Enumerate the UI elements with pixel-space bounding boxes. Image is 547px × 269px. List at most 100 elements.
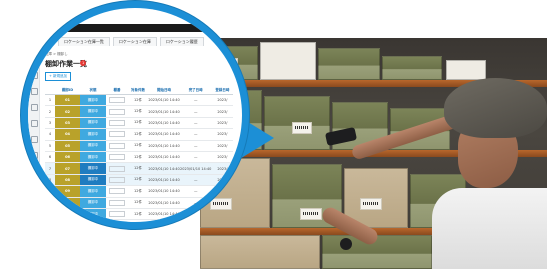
table-row[interactable]: 5 05 棚卸中 12件 2023/01/10 14:40—2023/ <box>45 140 234 152</box>
row-registered: 2023/ <box>211 208 234 221</box>
row-end: — <box>180 140 212 152</box>
row-shelf <box>106 105 128 118</box>
column-header-registered[interactable]: 登録日時 <box>211 86 234 95</box>
table-row[interactable]: 10 10 棚卸中 12件 2023/01/10 14:40—2023/ <box>45 197 234 209</box>
tab-location-stock[interactable]: ロケーション在庫 <box>112 37 157 46</box>
row-status: 棚卸中 <box>80 162 106 175</box>
sidebar-nav-icon[interactable] <box>31 120 38 127</box>
row-id: 03 <box>55 117 80 130</box>
row-end: 2023/01/10 14:40 <box>180 162 212 175</box>
table-row[interactable]: 11 11 棚卸中 12件 2023/01/10 14:40—2023/ <box>45 208 234 221</box>
table-row[interactable]: 8 08 棚卸中 12件 2023/01/10 14:40—2023/ <box>45 174 234 187</box>
row-end: — <box>180 197 212 209</box>
table-row[interactable]: 4 04 棚卸中 12件 2023/01/10 14:40—2023/ <box>45 128 234 141</box>
row-shelf <box>106 162 128 175</box>
column-header-shelf[interactable]: 棚番 <box>106 86 128 95</box>
table-row[interactable]: 2 02 棚卸中 12件 2023/01/10 14:40—2023/ <box>45 105 234 118</box>
row-status: 棚卸中 <box>80 94 106 107</box>
shelf-input[interactable] <box>109 165 125 172</box>
row-start: 2023/01/10 14:40 <box>148 94 180 107</box>
row-start: 2023/01/10 14:40 <box>148 162 180 175</box>
shelf-input[interactable] <box>109 188 125 195</box>
row-shelf <box>106 208 128 221</box>
row-status: 棚卸中 <box>80 185 106 198</box>
shelf-input[interactable] <box>109 154 125 161</box>
shelf-input[interactable] <box>109 97 125 104</box>
table-row[interactable]: 7 07 棚卸中 12件 2023/01/10 14:40 2023/01/10 14:4… <box>45 162 234 175</box>
breadcrumb[interactable]: 在庫 > 棚卸し <box>45 52 68 57</box>
arrow-pointer-icon <box>238 116 274 160</box>
row-status: 棚卸中 <box>80 105 106 118</box>
sidebar-nav-icon[interactable] <box>31 72 38 79</box>
table-row[interactable]: 9 09 棚卸中 12件 2023/01/10 14:40—2023/ <box>45 185 234 198</box>
row-registered: 2023/ <box>211 185 234 198</box>
row-count: 12件 <box>128 162 148 175</box>
row-shelf <box>106 117 128 130</box>
row-registered: 2023/ <box>211 140 234 152</box>
sidebar-nav-icon[interactable] <box>31 104 38 111</box>
column-header-end[interactable]: 完了日時 <box>180 86 212 95</box>
row-id: 01 <box>55 94 80 107</box>
shelf-input[interactable] <box>109 131 125 138</box>
row-id: 05 <box>55 140 80 152</box>
worker-shirt <box>432 188 547 269</box>
row-count: 12件 <box>128 105 148 118</box>
row-index: 2 <box>45 105 55 118</box>
row-count: 12件 <box>128 151 148 164</box>
row-shelf <box>106 140 128 152</box>
row-count: 12件 <box>128 174 148 187</box>
inventory-app-window: ロケーション在庫一覧 ロケーション在庫 ロケーション履歴 在庫 > 棚卸し 棚卸… <box>28 8 242 222</box>
row-start: 2023/01/10 14:40 <box>148 185 180 198</box>
table-row[interactable]: 3 03 棚卸中 12件 2023/01/10 14:40—2023/ <box>45 117 234 130</box>
table-row[interactable]: 1212棚卸中12件2023/01/10 14:40—2023/ <box>45 219 234 222</box>
row-start: 2023/01/10 14:40 <box>148 105 180 118</box>
sidebar-nav-icon[interactable] <box>31 136 38 143</box>
row-start: 2023/01/10 14:40 <box>148 219 180 222</box>
row-status: 棚卸中 <box>80 151 106 164</box>
row-registered: 2023/ <box>211 94 234 107</box>
row-count: 12件 <box>128 140 148 152</box>
row-start: 2023/01/10 14:40 <box>148 151 180 164</box>
barcode-label <box>300 208 322 220</box>
add-new-button[interactable]: + 新規追加 <box>45 72 72 81</box>
column-header-start[interactable]: 開始日時 <box>148 86 180 95</box>
row-shelf <box>106 174 128 187</box>
barcode-label <box>360 198 382 210</box>
column-header-status[interactable]: 状態 <box>80 86 106 95</box>
sidebar-nav-icon[interactable] <box>31 152 38 159</box>
row-start: 2023/01/10 14:40 <box>148 128 180 141</box>
sidebar-nav-icon[interactable] <box>31 168 38 175</box>
worker-hat <box>444 78 547 138</box>
sidebar-nav-icon[interactable] <box>31 88 38 95</box>
column-header-id[interactable]: 棚卸ID <box>55 86 80 95</box>
shoe-box <box>446 60 486 80</box>
table-header-row: 棚卸ID 状態 棚番 対象件数 開始日時 完了日時 登録日時 <box>45 86 234 95</box>
tab-location-history[interactable]: ロケーション履歴 <box>159 37 204 46</box>
shelf-input[interactable] <box>109 199 125 206</box>
column-header-count[interactable]: 対象件数 <box>128 86 148 95</box>
shelf-input[interactable] <box>109 211 125 218</box>
table-row[interactable]: 6 06 棚卸中 12件 2023/01/10 14:40—2023/ <box>45 151 234 164</box>
row-registered: 2023/ <box>211 174 234 187</box>
row-status: 棚卸中 <box>80 117 106 130</box>
row-status: 棚卸中 <box>80 219 106 222</box>
shelf-input[interactable] <box>109 142 125 149</box>
row-end: — <box>180 219 212 222</box>
row-end: — <box>180 117 212 130</box>
row-start: 2023/01/10 14:40 <box>148 117 180 130</box>
row-shelf <box>106 151 128 164</box>
row-id: 11 <box>55 208 80 221</box>
row-count: 12件 <box>128 208 148 221</box>
row-index: 12 <box>45 219 55 222</box>
row-status: 棚卸中 <box>80 174 106 187</box>
shelf-input[interactable] <box>109 108 125 115</box>
row-status: 棚卸中 <box>80 208 106 221</box>
shoe-box <box>322 235 432 269</box>
shelf-input[interactable] <box>109 176 125 183</box>
shelf-input[interactable] <box>109 119 125 126</box>
table-row[interactable]: 1 01 棚卸中 12件 2023/01/10 14:40—2023/ <box>45 94 234 107</box>
shoe-box <box>200 235 320 269</box>
row-count: 12件 <box>128 219 148 222</box>
tab-location-stock-list[interactable]: ロケーション在庫一覧 <box>58 37 110 46</box>
row-count: 12件 <box>128 117 148 130</box>
